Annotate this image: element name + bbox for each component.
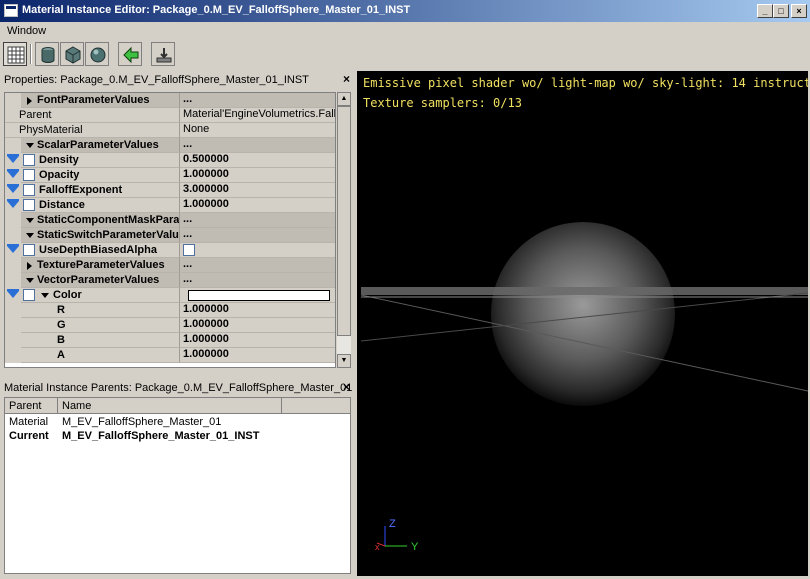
back-button[interactable] [118,42,142,66]
color-a-row[interactable]: A 1.000000 [5,348,335,363]
color-r-row[interactable]: R 1.000000 [5,303,335,318]
axis-x-label: x [375,542,380,552]
maximize-button[interactable]: □ [773,4,789,18]
usedepthbiasedalpha-override-checkbox[interactable] [23,244,35,256]
color-swatch[interactable] [188,290,330,301]
parents-title: Material Instance Parents: Package_0.M_E… [4,382,352,394]
density-value[interactable]: 0.500000 [179,153,335,168]
properties-close-button[interactable]: × [343,72,350,86]
scroll-thumb[interactable] [337,106,351,336]
toolbar-separator [30,44,32,64]
falloff-sphere [491,222,675,406]
distance-value[interactable]: 1.000000 [179,198,335,213]
static-switch-category[interactable]: StaticSwitchParameterValues ... [5,228,335,243]
sync-browser-button[interactable] [151,42,175,66]
ground-plane [361,287,808,295]
parents-list: Parent Name Material M_EV_FalloffSphere_… [4,397,351,574]
color-g-value[interactable]: 1.000000 [179,318,335,333]
cube-icon [65,46,81,64]
column-name[interactable]: Name [62,400,91,412]
axis-z-label: Z [389,518,396,530]
minimize-button[interactable]: _ [757,4,773,18]
collapse-arrow-icon[interactable] [41,293,49,298]
preview-viewport[interactable]: Z Y x Emissive pixel shader wo/ light-ma… [357,71,808,576]
cube-preview-button[interactable] [60,42,84,66]
panel-splitter[interactable] [352,71,356,576]
distance-row[interactable]: Distance 1.000000 [5,198,335,213]
sync-browser-icon [156,48,172,63]
usedepthbiasedalpha-row[interactable]: UseDepthBiasedAlpha [5,243,335,258]
color-row[interactable]: Color [5,288,335,303]
list-item[interactable]: Material M_EV_FalloffSphere_Master_01 [5,416,350,430]
vector-parameter-category[interactable]: VectorParameterValues ... [5,273,335,288]
scroll-down-icon[interactable]: ▼ [337,354,351,368]
param-arrow-icon[interactable] [7,289,19,298]
density-row[interactable]: Density 0.500000 [5,153,335,168]
param-arrow-icon[interactable] [7,244,19,253]
menu-window[interactable]: Window [7,25,46,37]
column-parent[interactable]: Parent [9,400,41,412]
sphere-icon [90,47,106,63]
shader-stats-text: Emissive pixel shader wo/ light-map wo/ … [363,76,808,90]
app-icon[interactable] [4,4,18,17]
preview-scene: Z Y x [360,222,808,553]
grid-toggle-button[interactable] [3,42,27,66]
physmaterial-row[interactable]: PhysMaterial None [5,123,335,138]
texture-parameter-category[interactable]: TextureParameterValues ... [5,258,335,273]
falloffexponent-checkbox[interactable] [23,184,35,196]
opacity-checkbox[interactable] [23,169,35,181]
list-item[interactable]: Current M_EV_FalloffSphere_Master_01_INS… [5,430,350,444]
cylinder-preview-button[interactable] [35,42,59,66]
properties-title: Properties: Package_0.M_EV_FalloffSphere… [4,74,309,86]
axis-y-label: Y [411,541,419,553]
color-a-value[interactable]: 1.000000 [179,348,335,363]
parents-header: Material Instance Parents: Package_0.M_E… [0,380,352,396]
menu-bar: Window [0,22,810,40]
expand-arrow-icon[interactable] [27,262,32,270]
font-parameter-category[interactable]: FontParameterValues ... [5,93,335,108]
density-checkbox[interactable] [23,154,35,166]
cylinder-icon [41,47,55,63]
parents-column-header: Parent Name [5,398,350,414]
falloffexponent-row[interactable]: FalloffExponent 3.000000 [5,183,335,198]
sphere-preview-button[interactable] [85,42,109,66]
color-b-value[interactable]: 1.000000 [179,333,335,348]
opacity-value[interactable]: 1.000000 [179,168,335,183]
collapse-arrow-icon[interactable] [26,143,34,148]
close-button[interactable]: × [791,4,807,18]
parents-close-button[interactable]: × [343,380,350,394]
color-r-value[interactable]: 1.000000 [179,303,335,318]
collapse-arrow-icon[interactable] [26,278,34,283]
collapse-arrow-icon[interactable] [26,218,34,223]
window-title: Material Instance Editor: Package_0.M_EV… [22,4,411,16]
distance-checkbox[interactable] [23,199,35,211]
opacity-row[interactable]: Opacity 1.000000 [5,168,335,183]
parent-row[interactable]: Parent Material'EngineVolumetrics.Fallof… [5,108,335,123]
property-grid: FontParameterValues ... Parent Material'… [4,92,336,368]
color-g-row[interactable]: G 1.000000 [5,318,335,333]
toolbar [0,40,810,68]
collapse-arrow-icon[interactable] [26,233,34,238]
param-arrow-icon[interactable] [7,184,19,193]
grid-icon [7,46,25,64]
properties-scrollbar[interactable]: ▲ ▼ [337,92,351,368]
scroll-up-icon[interactable]: ▲ [337,92,351,106]
texture-samplers-text: Texture samplers: 0/13 [363,96,522,110]
color-checkbox[interactable] [23,289,35,301]
param-arrow-icon[interactable] [7,169,19,178]
parent-value[interactable]: Material'EngineVolumetrics.FalloffSphere… [179,108,335,123]
back-arrow-icon [123,46,139,64]
static-component-mask-category[interactable]: StaticComponentMaskParameterValues ... [5,213,335,228]
expand-arrow-icon[interactable] [27,97,32,105]
physmaterial-value[interactable]: None [179,123,335,138]
param-arrow-icon[interactable] [7,154,19,163]
title-bar: Material Instance Editor: Package_0.M_EV… [0,0,810,22]
color-b-row[interactable]: B 1.000000 [5,333,335,348]
scalar-parameter-category[interactable]: ScalarParameterValues ... [5,138,335,153]
param-arrow-icon[interactable] [7,199,19,208]
properties-header: Properties: Package_0.M_EV_FalloffSphere… [0,72,352,88]
usedepthbiasedalpha-value-checkbox[interactable] [183,244,195,256]
falloffexponent-value[interactable]: 3.000000 [179,183,335,198]
